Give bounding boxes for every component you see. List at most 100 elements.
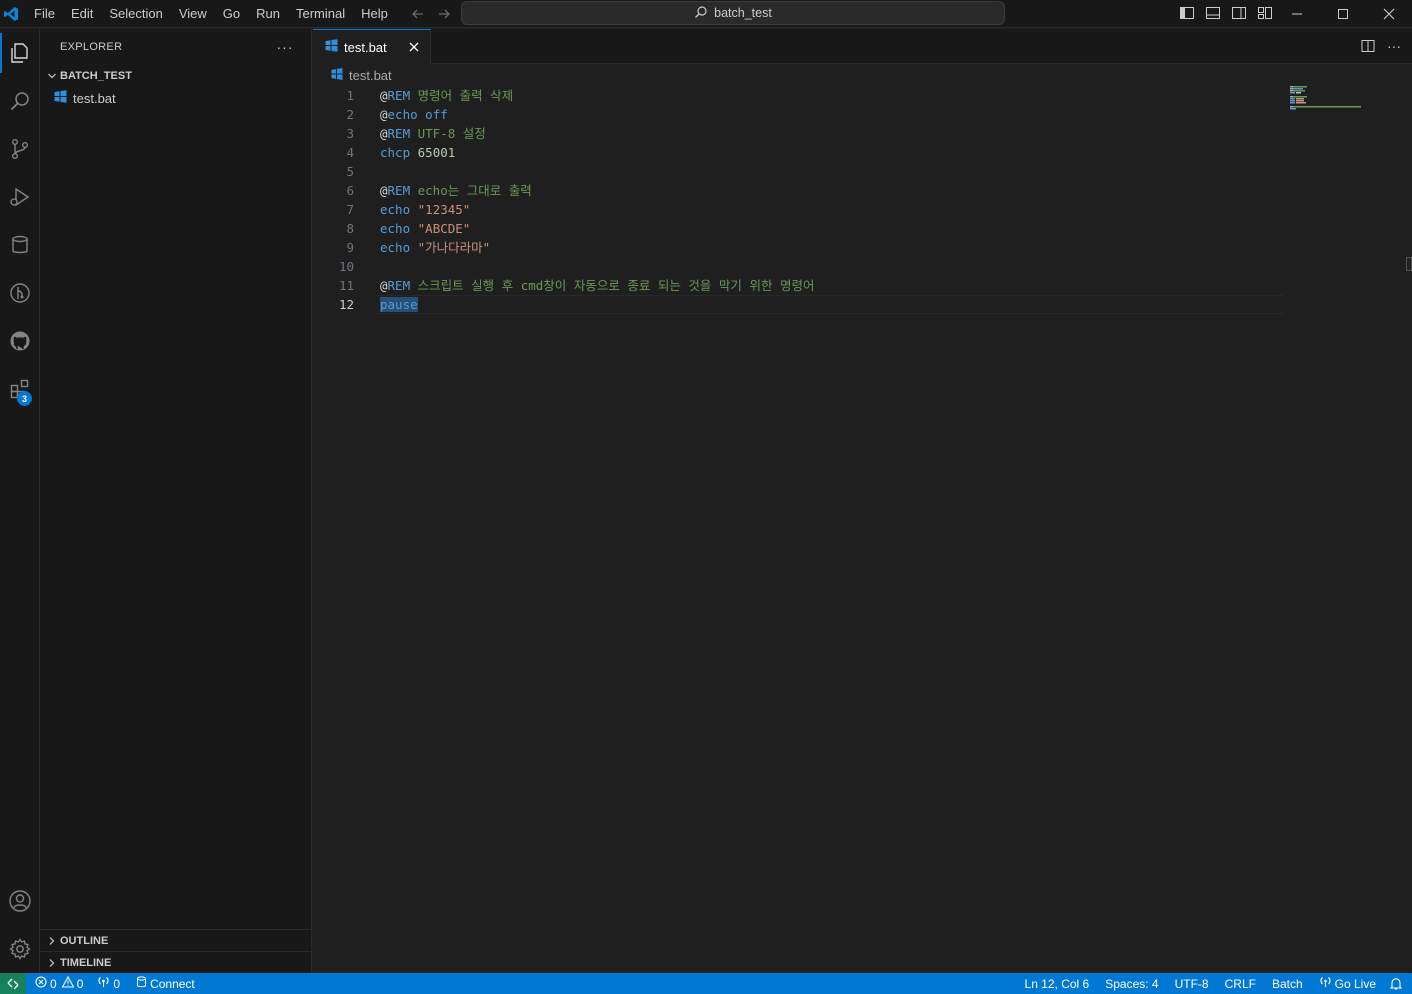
language-mode[interactable]: Batch [1264, 973, 1311, 994]
folder-name: BATCH_TEST [60, 70, 132, 82]
problems-indicator[interactable]: 0 0 [30, 973, 88, 994]
search-icon[interactable] [0, 79, 40, 123]
account-icon[interactable] [0, 879, 40, 923]
forward-arrow-icon[interactable] [436, 6, 452, 22]
minimize-icon[interactable] [1274, 0, 1320, 28]
explorer-header: EXPLORER ··· [40, 29, 311, 65]
github-icon[interactable] [0, 319, 40, 363]
run-debug-icon[interactable] [0, 175, 40, 219]
source-control-icon[interactable] [0, 127, 40, 171]
menu-help[interactable]: Help [353, 0, 396, 28]
breadcrumb-file[interactable]: test.bat [349, 68, 392, 83]
line-text: chcp 65001 [380, 143, 455, 162]
cursor-position[interactable]: Ln 12, Col 6 [1017, 973, 1098, 994]
menu-selection[interactable]: Selection [101, 0, 170, 28]
extensions-icon[interactable]: 3 [0, 367, 40, 411]
line-number: 6 [346, 183, 354, 198]
encoding[interactable]: UTF-8 [1167, 973, 1217, 994]
split-editor-icon[interactable] [1360, 37, 1376, 55]
line-text: @REM 명령어 출력 삭제 [380, 86, 513, 105]
folder-batch-test[interactable]: BATCH_TEST [40, 65, 311, 87]
database-icon[interactable] [0, 223, 40, 267]
code-line[interactable]: 11 @REM 스크립트 실행 후 cmd창이 자동으로 종료 되는 것을 막기 … [313, 276, 1283, 295]
ports-indicator[interactable]: 0 [92, 973, 125, 994]
code-line[interactable]: 10 [313, 257, 1283, 276]
editor-area: test.bat ··· test.bat 1 @REM 명령어 출력 삭제 2 @e… [313, 29, 1412, 973]
close-window-icon[interactable] [1366, 0, 1412, 28]
notifications-bell-icon[interactable] [1384, 973, 1412, 994]
back-arrow-icon[interactable] [410, 6, 426, 22]
customize-layout-icon[interactable] [1256, 4, 1274, 22]
tab-test-bat[interactable]: test.bat [313, 29, 431, 64]
code-editor[interactable]: 1 @REM 명령어 출력 삭제 2 @echo off 3 @REM UTF-8 설정 4… [313, 86, 1283, 314]
toggle-panel-icon[interactable] [1204, 4, 1222, 22]
code-line[interactable]: 4 chcp 65001 [313, 143, 1283, 162]
windows-file-icon [325, 39, 338, 55]
chevron-right-icon [44, 958, 60, 968]
code-token: pause [380, 297, 418, 312]
remote-indicator-icon[interactable] [0, 973, 26, 994]
broadcast-icon [97, 976, 110, 991]
git-graph-icon[interactable] [0, 271, 40, 315]
explorer-icon[interactable] [0, 31, 40, 75]
code-token: REM [387, 183, 411, 198]
code-line[interactable]: 2 @echo off [313, 105, 1283, 124]
timeline-section[interactable]: TIMELINE [40, 951, 311, 973]
code-line[interactable]: 8 echo "ABCDE" [313, 219, 1283, 238]
code-line[interactable]: 5 [313, 162, 1283, 181]
toggle-primary-sidebar-icon[interactable] [1178, 4, 1196, 22]
file-test-bat[interactable]: test.bat [40, 87, 311, 109]
indentation[interactable]: Spaces: 4 [1097, 973, 1166, 994]
code-token: 스크립트 실행 후 cmd창이 자동으로 종료 되는 것을 막기 위한 명령어 [410, 278, 815, 293]
line-text: echo "12345" [380, 200, 470, 219]
code-token: off [425, 107, 448, 122]
line-number: 1 [346, 88, 354, 103]
windows-file-icon [54, 90, 67, 106]
menu-bar: File Edit Selection View Go Run Terminal Help [26, 0, 396, 28]
warning-count: 0 [76, 976, 84, 991]
code-line[interactable]: 9 echo "가나다라마" [313, 238, 1283, 257]
tab-label: test.bat [344, 39, 387, 55]
connect-button[interactable]: Connect [131, 973, 200, 994]
code-token: @ [380, 183, 388, 198]
line-number: 10 [338, 259, 354, 274]
line-text: @REM 스크립트 실행 후 cmd창이 자동으로 종료 되는 것을 막기 위한… [380, 276, 814, 295]
more-actions-icon[interactable]: ··· [1386, 37, 1402, 55]
scrollbar-indicator[interactable] [1406, 257, 1412, 271]
outline-section[interactable]: OUTLINE [40, 929, 311, 951]
menu-edit[interactable]: Edit [63, 0, 101, 28]
close-tab-icon[interactable] [406, 39, 422, 55]
end-of-line[interactable]: CRLF [1217, 973, 1264, 994]
line-number: 4 [346, 145, 354, 160]
line-number: 12 [338, 297, 354, 312]
go-live-label: Go Live [1334, 976, 1376, 991]
code-line[interactable]: 1 @REM 명령어 출력 삭제 [313, 86, 1283, 105]
code-line[interactable]: 6 @REM echo는 그대로 출력 [313, 181, 1283, 200]
menu-file[interactable]: File [26, 0, 63, 28]
menu-view[interactable]: View [171, 0, 215, 28]
settings-gear-icon[interactable] [0, 927, 40, 971]
code-token: REM [387, 126, 411, 141]
toggle-secondary-sidebar-icon[interactable] [1230, 4, 1248, 22]
code-line[interactable]: 7 echo "12345" [313, 200, 1283, 219]
menu-run[interactable]: Run [248, 0, 288, 28]
minimap[interactable] [1290, 86, 1370, 126]
go-live-button[interactable]: Go Live [1311, 973, 1384, 994]
error-icon [35, 976, 47, 991]
line-text: @REM UTF-8 설정 [380, 124, 486, 143]
more-actions-icon[interactable]: ··· [275, 37, 295, 57]
code-token: "가나다라마" [417, 240, 491, 255]
code-token: echo [380, 202, 411, 217]
code-token: UTF-8 설정 [410, 126, 486, 141]
menu-go[interactable]: Go [215, 0, 248, 28]
code-line[interactable]: 3 @REM UTF-8 설정 [313, 124, 1283, 143]
line-number: 7 [346, 202, 354, 217]
line-text: echo "가나다라마" [380, 238, 490, 257]
command-center-search[interactable]: batch_test [461, 1, 1005, 25]
line-number: 11 [338, 278, 354, 293]
maximize-icon[interactable] [1320, 0, 1366, 28]
vscode-logo-icon[interactable] [0, 0, 22, 28]
code-line[interactable]: 12 pause [313, 295, 1283, 314]
menu-terminal[interactable]: Terminal [288, 0, 353, 28]
code-token: REM [387, 88, 411, 103]
